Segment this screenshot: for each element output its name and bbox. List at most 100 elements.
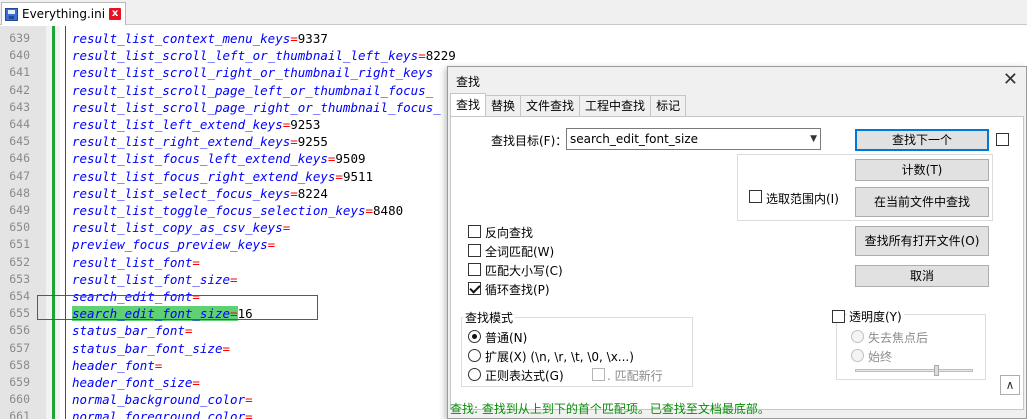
ini-value: 8229 xyxy=(425,48,456,64)
line-number: 639 xyxy=(9,31,30,45)
code-text: header_font= xyxy=(72,357,162,374)
mode-normal-label: 普通(N) xyxy=(485,331,528,345)
tab-find-in-projects[interactable]: 工程中查找 xyxy=(579,95,652,116)
ini-equals: = xyxy=(245,392,253,408)
close-icon[interactable]: ✕ xyxy=(1003,69,1018,90)
whole-word-checkbox[interactable] xyxy=(468,244,481,257)
ini-key: result_list_copy_as_csv_keys xyxy=(72,220,283,236)
cancel-button[interactable]: 取消 xyxy=(855,265,989,287)
ini-equals: = xyxy=(184,323,193,339)
line-number: 659 xyxy=(9,375,30,389)
slider-thumb[interactable] xyxy=(934,365,939,376)
find-what-combobox[interactable]: search_edit_font_size ▼ xyxy=(566,128,821,150)
status-message: 查找: 查找到从上到下的首个匹配项。已查找至文档最底部。 xyxy=(450,402,770,416)
ini-equals: = xyxy=(290,31,298,46)
line-number: 649 xyxy=(9,203,30,217)
whole-word-label: 全词匹配(W) xyxy=(485,245,555,259)
find-tab-panel: 查找目标(F)： search_edit_font_size ▼ 查找下一个 选… xyxy=(450,116,1024,410)
transparency-title: 透明度(Y) xyxy=(847,308,904,325)
count-button[interactable]: 计数(T) xyxy=(855,159,989,181)
line-number: 642 xyxy=(9,82,30,97)
ini-equals: = xyxy=(192,254,200,270)
code-text: result_list_scroll_page_left_or_thumbnai… xyxy=(72,82,433,99)
ini-value: 9255 xyxy=(297,134,328,150)
ini-value: 9509 xyxy=(335,151,366,167)
always-radio[interactable] xyxy=(851,349,864,362)
find-dialog: 查找 ✕ 查找 替换 文件查找 工程中查找 标记 查找目标(F)： search… xyxy=(447,66,1027,419)
ini-value: 8480 xyxy=(373,203,404,218)
backward-checkbox[interactable] xyxy=(468,225,481,238)
ini-value: 9337 xyxy=(297,31,328,46)
find-next-option-checkbox[interactable] xyxy=(996,133,1009,146)
code-text: result_list_right_extend_keys=9255 xyxy=(72,133,328,150)
ini-key: result_list_scroll_left_or_thumbnail_lef… xyxy=(72,48,419,64)
line-number: 656 xyxy=(9,323,30,338)
ini-equals: = xyxy=(154,357,163,373)
dot-matches-newline-label: . 匹配新行 xyxy=(607,369,663,383)
chevron-down-icon[interactable]: ▼ xyxy=(810,129,817,149)
tab-find-in-files[interactable]: 文件查找 xyxy=(520,95,581,116)
ini-equals: = xyxy=(418,48,426,64)
file-tab-everything-ini[interactable]: Everything.ini x xyxy=(1,2,127,25)
find-all-in-open-documents-button[interactable]: 查找所有打开文件(O) xyxy=(855,226,989,256)
line-number: 644 xyxy=(9,117,30,131)
code-text: status_bar_font_size= xyxy=(72,340,230,357)
dialog-title: 查找 xyxy=(456,75,481,89)
match-case-label: 匹配大小写(C) xyxy=(485,264,563,278)
backward-label: 反向查找 xyxy=(485,226,534,240)
collapse-icon[interactable]: ∧ xyxy=(1000,375,1020,395)
in-selection-checkbox[interactable] xyxy=(749,190,762,203)
ini-key: header_font_size xyxy=(72,375,193,390)
ini-key: normal_foreground_color xyxy=(72,409,246,419)
ini-equals: = xyxy=(282,220,291,236)
ini-key: result_list_select_focus_keys xyxy=(72,185,291,201)
line-number: 661 xyxy=(9,409,30,419)
tab-close-icon[interactable]: x xyxy=(109,8,122,20)
ini-key: result_list_scroll_page_left_or_thumbnai… xyxy=(72,82,434,98)
ini-key: result_list_focus_right_extend_keys xyxy=(72,168,336,184)
on-lose-focus-label: 失去焦点后 xyxy=(868,331,929,345)
ini-equals: = xyxy=(290,185,298,201)
always-label: 始终 xyxy=(868,350,893,364)
mode-extended-radio[interactable] xyxy=(468,349,481,362)
ini-equals: = xyxy=(230,271,238,287)
ini-key: result_list_right_extend_keys xyxy=(72,134,291,150)
line-number: 655 xyxy=(9,306,30,321)
code-line: 640 result_list_scroll_left_or_thumbnail_… xyxy=(0,47,1027,64)
line-number: 657 xyxy=(9,340,30,355)
ini-value: 9253 xyxy=(290,117,321,132)
match-case-checkbox[interactable] xyxy=(468,263,481,276)
code-text: preview_focus_preview_keys= xyxy=(72,236,275,253)
mode-regex-radio[interactable] xyxy=(468,368,481,381)
tab-replace[interactable]: 替换 xyxy=(485,95,522,116)
mode-normal-radio[interactable] xyxy=(468,330,481,343)
wrap-around-checkbox[interactable] xyxy=(468,282,481,295)
ini-value: 8224 xyxy=(297,185,328,201)
code-text: result_list_font_size= xyxy=(72,271,238,288)
line-number: 654 xyxy=(9,289,30,303)
code-text: result_list_context_menu_keys=9337 xyxy=(72,30,328,47)
code-text: result_list_font= xyxy=(72,254,200,271)
ini-key: result_list_scroll_right_or_thumbnail_ri… xyxy=(72,65,434,81)
tab-find[interactable]: 查找 xyxy=(450,93,487,116)
find-next-button[interactable]: 查找下一个 xyxy=(855,129,989,151)
find-all-in-current-button[interactable]: 在当前文件中查找 xyxy=(855,187,989,217)
code-text: result_list_focus_left_extend_keys=9509 xyxy=(72,150,366,167)
ini-equals: = xyxy=(365,203,374,218)
on-lose-focus-radio[interactable] xyxy=(851,330,864,343)
dot-matches-newline-checkbox[interactable] xyxy=(592,368,605,381)
ini-value: 9511 xyxy=(342,168,374,184)
ini-key: normal_background_color xyxy=(72,392,246,408)
save-icon xyxy=(5,7,18,21)
ini-key: result_list_focus_left_extend_keys xyxy=(72,151,328,167)
ini-key: header_font xyxy=(72,357,155,373)
ini-key: result_list_left_extend_keys xyxy=(72,117,283,132)
transparency-checkbox[interactable] xyxy=(832,310,845,323)
transparency-slider[interactable] xyxy=(855,365,973,376)
line-number: 646 xyxy=(9,151,30,166)
tab-mark[interactable]: 标记 xyxy=(650,95,687,116)
ini-equals: = xyxy=(192,375,200,390)
ini-key: result_list_font_size xyxy=(72,271,231,287)
line-number: 653 xyxy=(9,271,30,286)
ini-key: status_bar_font xyxy=(72,323,185,339)
